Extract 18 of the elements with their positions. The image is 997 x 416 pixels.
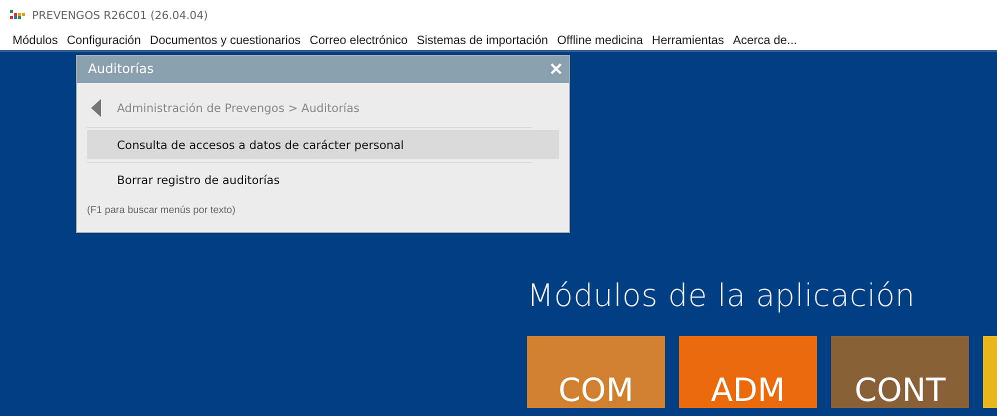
menu-entry[interactable]: Borrar registro de auditorías [87,165,559,194]
back-arrow-icon[interactable] [91,99,101,117]
menu-item[interactable]: Herramientas [647,33,728,47]
breadcrumb: Administración de Prevengos > Auditorías [117,101,360,115]
menu-item[interactable]: Offline medicina [552,33,648,47]
menu-item[interactable]: Configuración [62,33,146,47]
menu-entry[interactable]: Consulta de accesos a datos de carácter personal [87,130,559,159]
panel-title: Auditorías [88,62,154,77]
window-title: PREVENGOS R26C01 (26.04.04) [32,8,208,22]
app-logo-icon [10,10,26,20]
menu-item[interactable]: Sistemas de importación [412,33,553,47]
hint-text: (F1 para buscar menús por texto) [86,204,236,218]
section-title: Módulos de la aplicación [527,278,916,314]
menu-item[interactable]: Acerca de... [728,33,802,47]
menu-item[interactable]: Correo electrónico [305,33,412,47]
menu-item[interactable]: Módulos [8,33,62,47]
module-tile[interactable]: CONT [831,336,969,408]
menu-item[interactable]: Documentos y cuestionarios [145,33,306,47]
